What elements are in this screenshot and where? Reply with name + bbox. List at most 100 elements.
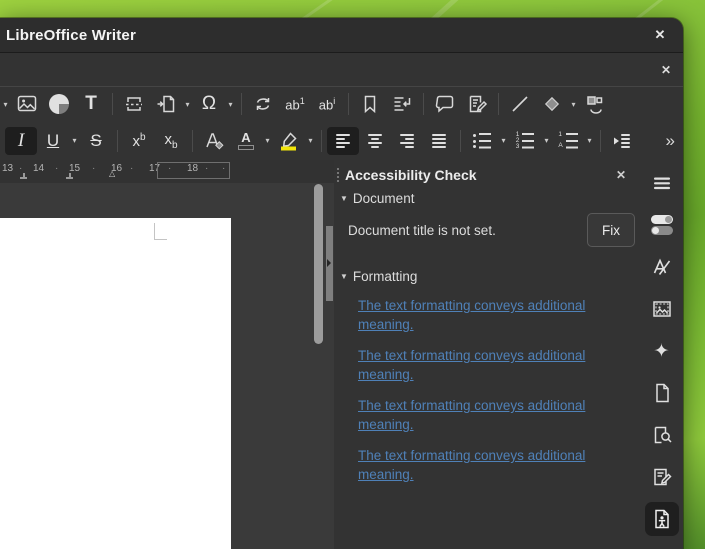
tab-properties[interactable] — [645, 208, 679, 242]
formatting-issue-link[interactable]: The text formatting conveys additional m… — [358, 396, 610, 434]
ruler-number: 14 — [33, 163, 44, 174]
tab-styles[interactable] — [645, 250, 679, 284]
toolbar-formatting: I U ▾ S xb xb A ▾ — [0, 121, 683, 160]
font-color-button[interactable]: A — [230, 127, 262, 155]
numbered-list-button[interactable]: 123 — [509, 127, 541, 155]
superscript-button[interactable]: xb — [123, 127, 155, 155]
clear-formatting-icon — [202, 129, 226, 153]
basic-shapes-button[interactable] — [536, 90, 568, 118]
tab-accessibility-check[interactable] — [645, 502, 679, 536]
fix-button[interactable]: Fix — [587, 213, 635, 247]
formatting-section-header[interactable]: ▼ Formatting — [334, 266, 640, 287]
toolbar-insert: ▾ T ▾ — [0, 87, 683, 121]
panel-close-icon[interactable]: ✕ — [610, 166, 632, 184]
increase-indent-button[interactable] — [606, 127, 638, 155]
highlight-dropdown-icon[interactable]: ▾ — [305, 127, 316, 155]
toggles-icon — [651, 215, 673, 235]
toolbar-overflow-icon[interactable]: » — [666, 131, 675, 151]
libreoffice-writer-window: LibreOffice Writer ✕ ✕ ▾ T — [0, 18, 683, 549]
tab-style-inspector[interactable] — [645, 418, 679, 452]
tab-sidebar-settings[interactable] — [645, 166, 679, 200]
track-changes-button[interactable] — [461, 90, 493, 118]
strikethrough-icon: S — [90, 131, 101, 151]
insert-section-button[interactable] — [150, 90, 182, 118]
window-close-icon[interactable]: ✕ — [649, 24, 671, 46]
cross-reference-icon — [390, 92, 414, 116]
align-left-button[interactable] — [327, 127, 359, 155]
insert-cross-reference-button[interactable] — [386, 90, 418, 118]
vertical-scrollbar-thumb[interactable] — [314, 184, 323, 344]
tab-navigator[interactable]: ✦ — [645, 334, 679, 368]
insert-endnote-button[interactable]: abi — [311, 90, 343, 118]
outline-list-dropdown-icon[interactable]: ▾ — [584, 127, 595, 155]
ruler-number: 13 — [2, 163, 13, 174]
subscript-icon: xb — [164, 131, 177, 151]
toolbar-separator — [423, 93, 424, 115]
tab-gallery[interactable] — [645, 292, 679, 326]
special-character-dropdown-icon[interactable]: ▾ — [225, 90, 236, 118]
increase-indent-icon — [610, 129, 634, 153]
document-issue-row: Document title is not set. Fix — [334, 209, 640, 253]
insert-section-dropdown-icon[interactable]: ▾ — [182, 90, 193, 118]
document-section-header[interactable]: ▼ Document — [334, 188, 640, 209]
strikethrough-button[interactable]: S — [80, 127, 112, 155]
show-draw-functions-button[interactable] — [579, 90, 611, 118]
page-break-button[interactable] — [118, 90, 150, 118]
justify-button[interactable] — [423, 127, 455, 155]
bullet-list-button[interactable] — [466, 127, 498, 155]
numbered-list-dropdown-icon[interactable]: ▾ — [541, 127, 552, 155]
highlight-icon — [277, 129, 301, 153]
comment-icon — [433, 92, 457, 116]
document-close-icon[interactable]: ✕ — [661, 63, 671, 77]
content-area: 13 14 15 16 17 18 · · · · · · · △ — [0, 160, 683, 549]
underline-button[interactable]: U — [37, 127, 69, 155]
style-inspector-icon — [650, 423, 674, 447]
panel-grip-icon[interactable] — [337, 168, 339, 182]
endnote-icon: abi — [319, 96, 335, 112]
subscript-button[interactable]: xb — [155, 127, 187, 155]
highlight-color-button[interactable] — [273, 127, 305, 155]
align-right-button[interactable] — [391, 127, 423, 155]
insert-chart-button[interactable] — [43, 90, 75, 118]
clear-formatting-button[interactable] — [198, 127, 230, 155]
hamburger-menu-icon — [650, 171, 674, 195]
align-center-button[interactable] — [359, 127, 391, 155]
diamond-shape-icon — [540, 92, 564, 116]
collapse-triangle-icon: ▼ — [340, 194, 348, 203]
ruler-tick: · — [130, 163, 133, 174]
insert-hyperlink-button[interactable] — [247, 90, 279, 118]
ruler-tabstop-marker[interactable] — [20, 173, 27, 179]
outline-list-button[interactable]: 1A — [552, 127, 584, 155]
sidebar-splitter-handle[interactable] — [326, 226, 333, 301]
formatting-issue-link[interactable]: The text formatting conveys additional m… — [358, 346, 610, 384]
insert-bookmark-button[interactable] — [354, 90, 386, 118]
insert-image-button[interactable] — [11, 90, 43, 118]
tab-manage-changes[interactable] — [645, 460, 679, 494]
special-character-button[interactable]: Ω — [193, 90, 225, 118]
font-color-dropdown-icon[interactable]: ▾ — [262, 127, 273, 155]
tab-page[interactable] — [645, 376, 679, 410]
formatting-issue-link[interactable]: The text formatting conveys additional m… — [358, 296, 610, 334]
gallery-dropdown-icon[interactable]: ▾ — [0, 90, 11, 118]
document-page[interactable] — [0, 218, 231, 549]
toolbar-separator — [321, 130, 322, 152]
ruler-tabstop-marker[interactable] — [66, 173, 73, 179]
insert-comment-button[interactable] — [429, 90, 461, 118]
menubar-row: ✕ — [0, 53, 683, 87]
horizontal-ruler[interactable]: 13 14 15 16 17 18 · · · · · · · △ — [0, 160, 334, 183]
insert-text-box-button[interactable]: T — [75, 90, 107, 118]
toolbar-separator — [112, 93, 113, 115]
italic-button[interactable]: I — [5, 127, 37, 155]
insert-line-button[interactable] — [504, 90, 536, 118]
underline-dropdown-icon[interactable]: ▾ — [69, 127, 80, 155]
window-title: LibreOffice Writer — [6, 27, 136, 44]
justify-icon — [427, 129, 451, 153]
formatting-issue-link[interactable]: The text formatting conveys additional m… — [358, 446, 610, 484]
ruler-indent-marker[interactable]: △ — [109, 169, 115, 178]
insert-footnote-button[interactable]: ab1 — [279, 90, 311, 118]
italic-icon: I — [18, 130, 24, 152]
navigator-star-icon: ✦ — [654, 342, 670, 361]
manage-changes-icon — [650, 465, 674, 489]
basic-shapes-dropdown-icon[interactable]: ▾ — [568, 90, 579, 118]
bullet-list-dropdown-icon[interactable]: ▾ — [498, 127, 509, 155]
